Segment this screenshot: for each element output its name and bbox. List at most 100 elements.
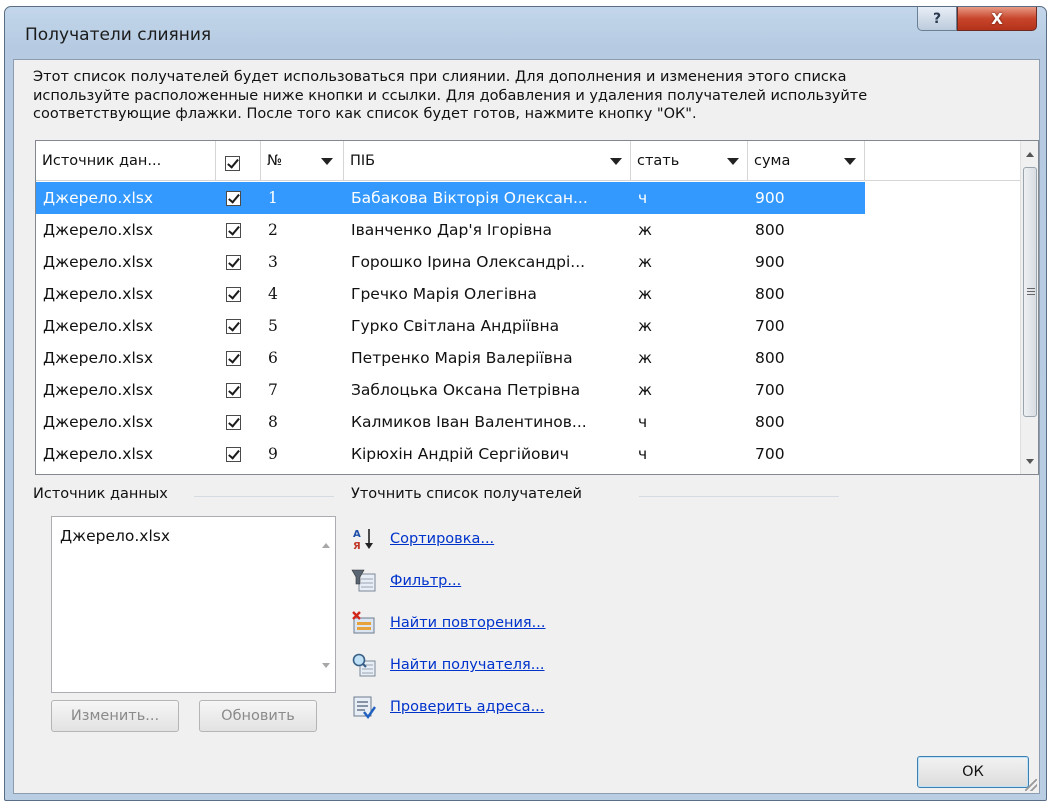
help-button[interactable]: ? xyxy=(917,7,957,31)
cell-sum: 800 xyxy=(755,413,785,431)
table-row[interactable]: Джерело.xlsx 4 Гречко Марія Олегівна ж 800 xyxy=(36,278,1020,310)
row-checkbox[interactable] xyxy=(226,414,241,430)
data-source-scrollbar[interactable] xyxy=(317,517,335,692)
cell-name: Калмиков Іван Валентинов... xyxy=(351,413,587,431)
sort-az-icon: A Я xyxy=(353,529,373,552)
table-row[interactable]: Джерело.xlsx 8 Калмиков Іван Валентинов...… xyxy=(36,406,1020,438)
find-recipient-link[interactable]: Найти получателя... xyxy=(390,657,545,673)
cell-name: Іванченко Дар'я Ігорівна xyxy=(351,221,553,239)
cell-gender: ж xyxy=(638,253,652,271)
table-row[interactable]: Джерело.xlsx 2 Іванченко Дар'я Ігорівна ж 80… xyxy=(36,214,1020,246)
cell-source: Джерело.xlsx xyxy=(36,182,216,214)
refresh-source-button[interactable]: Обновить xyxy=(199,700,317,732)
row-checkbox-cell xyxy=(216,246,261,278)
row-checkbox-cell xyxy=(216,406,261,438)
filter-icon xyxy=(351,569,376,592)
header-source-label: Источник дан... xyxy=(42,153,162,169)
cell-gender: ж xyxy=(638,349,652,367)
table-row[interactable]: Джерело.xlsx 5 Гурко Світлана Андріївна ж 70… xyxy=(36,310,1020,342)
cell-gender: ж xyxy=(638,285,652,303)
data-source-item[interactable]: Джерело.xlsx xyxy=(60,527,170,545)
dropdown-arrow-icon[interactable] xyxy=(844,158,856,165)
data-source-list[interactable]: Джерело.xlsx xyxy=(51,516,336,693)
cell-gender: ж xyxy=(638,221,652,239)
cell-number: 3 xyxy=(268,253,278,271)
header-gender[interactable]: стать xyxy=(631,141,748,181)
cell-name: Горошко Ірина Олександрі... xyxy=(351,253,586,271)
filter-link[interactable]: Фильтр... xyxy=(390,573,461,589)
close-button[interactable]: X xyxy=(957,7,1037,31)
scroll-up-icon[interactable] xyxy=(1021,141,1038,167)
find-duplicates-link[interactable]: Найти повторения... xyxy=(390,615,546,631)
table-row[interactable]: Джерело.xlsx 7 Заблоцька Оксана Петрівна ж 7… xyxy=(36,374,1020,406)
window-title: Получатели слияния xyxy=(25,25,212,45)
description-text: Этот список получателей будет использова… xyxy=(33,68,1023,124)
row-checkbox[interactable] xyxy=(226,446,241,462)
find-recipient-icon xyxy=(352,653,376,677)
filter-link-row[interactable]: Фильтр... xyxy=(351,566,461,596)
cell-sum: 800 xyxy=(755,221,785,239)
row-checkbox[interactable] xyxy=(226,190,241,206)
header-number[interactable]: № xyxy=(261,141,344,181)
ok-button[interactable]: ОК xyxy=(917,756,1029,788)
svg-text:Я: Я xyxy=(353,541,361,552)
dropdown-arrow-icon[interactable] xyxy=(610,158,622,165)
cell-source: Джерело.xlsx xyxy=(43,285,154,303)
row-checkbox[interactable] xyxy=(226,222,241,238)
table-row[interactable]: Джерело.xlsx 6 Петренко Марія Валеріївна ж 8… xyxy=(36,342,1020,374)
resize-grip-icon[interactable] xyxy=(1025,779,1037,791)
header-sum[interactable]: сума xyxy=(748,141,865,181)
description-line: Этот список получателей будет использова… xyxy=(33,69,847,85)
merge-recipients-window: Получатели слияния ? X Этот список получ… xyxy=(4,6,1047,801)
cell-gender: ч xyxy=(638,445,648,463)
title-bar[interactable]: Получатели слияния ? X xyxy=(5,7,1046,59)
sort-link[interactable]: Сортировка... xyxy=(390,531,494,547)
cell-number: 1 xyxy=(261,182,344,214)
cell-name: Гурко Світлана Андріївна xyxy=(351,317,560,335)
table-row[interactable]: Джерело.xlsx 1 Бабакова Вікторія Олексан..… xyxy=(36,182,1020,214)
cell-gender: ч xyxy=(631,182,748,214)
cell-gender: ж xyxy=(638,317,652,335)
row-checkbox[interactable] xyxy=(226,350,241,366)
row-checkbox[interactable] xyxy=(226,382,241,398)
cell-number: 7 xyxy=(268,381,278,399)
header-name-label: ПІБ xyxy=(350,153,376,169)
row-checkbox[interactable] xyxy=(226,254,241,270)
table-row[interactable]: Джерело.xlsx 9 Кірюхін Андрій Сергійович ч 7… xyxy=(36,438,1020,470)
row-checkbox-cell xyxy=(216,438,261,470)
scroll-up-icon[interactable] xyxy=(322,543,330,548)
validate-addresses-link[interactable]: Проверить адреса... xyxy=(390,699,544,715)
scroll-down-icon[interactable] xyxy=(1021,448,1038,474)
row-checkbox[interactable] xyxy=(226,286,241,302)
header-source[interactable]: Источник дан... xyxy=(36,141,216,181)
table-row[interactable]: Джерело.xlsx 3 Горошко Ірина Олександрі...… xyxy=(36,246,1020,278)
cell-number: 8 xyxy=(268,413,278,431)
row-checkbox-cell xyxy=(216,374,261,406)
edit-source-button[interactable]: Изменить... xyxy=(51,700,179,732)
cell-source: Джерело.xlsx xyxy=(43,445,154,463)
header-name[interactable]: ПІБ xyxy=(344,141,631,181)
row-checkbox-cell xyxy=(216,214,261,246)
select-all-checkbox[interactable] xyxy=(225,155,240,171)
sort-link-row[interactable]: A Я Сортировка... xyxy=(351,524,494,554)
scroll-thumb[interactable] xyxy=(1023,167,1037,417)
dropdown-arrow-icon[interactable] xyxy=(321,158,333,165)
header-select-all[interactable] xyxy=(216,141,261,181)
grid-vertical-scrollbar[interactable] xyxy=(1020,141,1038,474)
find-recipient-link-row[interactable]: Найти получателя... xyxy=(351,650,545,680)
cell-source: Джерело.xlsx xyxy=(43,349,154,367)
row-checkbox[interactable] xyxy=(226,318,241,334)
description-line: используйте расположенные ниже кнопки и … xyxy=(33,87,868,104)
find-duplicates-link-row[interactable]: Найти повторения... xyxy=(351,608,546,638)
dropdown-arrow-icon[interactable] xyxy=(727,158,739,165)
cell-gender: ж xyxy=(638,381,652,399)
validate-addresses-link-row[interactable]: Проверить адреса... xyxy=(351,692,544,722)
scroll-down-icon[interactable] xyxy=(322,663,330,668)
cell-number: 4 xyxy=(268,285,278,303)
cell-number: 5 xyxy=(268,317,278,335)
cell-sum: 800 xyxy=(755,349,785,367)
cell-source: Джерело.xlsx xyxy=(43,253,154,271)
recipients-grid[interactable]: Источник дан... № ПІБ стать сума Джерело… xyxy=(35,140,1039,475)
cell-number: 9 xyxy=(268,445,278,463)
cell-source: Джерело.xlsx xyxy=(43,317,154,335)
